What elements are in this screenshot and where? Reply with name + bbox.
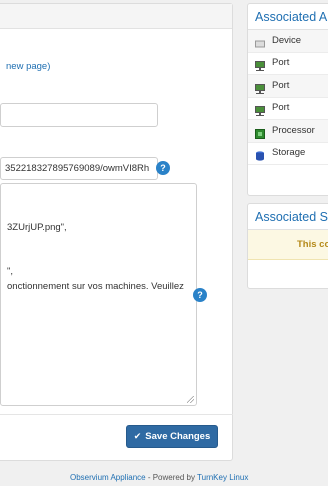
list-item-processor[interactable]: Processor: [248, 120, 328, 143]
turnkey-link[interactable]: TurnKey Linux: [197, 473, 248, 482]
item-label: Port: [272, 79, 290, 91]
textarea-line: onctionnement sur vos machines. Veuillez: [7, 281, 184, 292]
item-label: Device: [272, 34, 302, 46]
item-label: Port: [272, 57, 290, 69]
list-item-port[interactable]: Port: [248, 75, 328, 98]
url-field[interactable]: 352218327895769089/owmVI8Rh: [0, 157, 158, 180]
textarea-line: 3ZUrjUP.png",: [7, 222, 67, 233]
item-label: Storage: [272, 147, 306, 159]
panel-header: [0, 4, 232, 29]
list-item-device[interactable]: Device: [248, 30, 328, 53]
page-footer: Observium Appliance - Powered by TurnKey…: [70, 473, 248, 482]
processor-icon: [255, 126, 265, 139]
associated-systems-panel: Associated Sy This co: [247, 203, 328, 289]
footer-separator: - Powered by: [145, 473, 198, 482]
item-label: Processor: [272, 124, 315, 136]
device-icon: [255, 36, 265, 48]
help-icon[interactable]: ?: [156, 161, 170, 175]
port-icon: [255, 58, 265, 72]
list-item-storage[interactable]: Storage: [248, 143, 328, 165]
port-icon: [255, 103, 265, 117]
help-icon[interactable]: ?: [193, 288, 207, 302]
port-icon: [255, 81, 265, 94]
message-textarea[interactable]: 3ZUrjUP.png", ", onctionnement sur vos m…: [0, 183, 197, 406]
panel-title: Associated Al: [248, 4, 328, 30]
textarea-line: ",: [7, 266, 14, 277]
associated-alerts-panel: Associated Al Device Port Port Port Proc…: [247, 3, 328, 196]
panel-title: Associated Sy: [248, 204, 328, 230]
save-changes-button[interactable]: ✔ Save Changes: [126, 425, 218, 448]
notice-banner: This co: [248, 230, 328, 260]
resize-grip-icon[interactable]: [187, 396, 194, 403]
item-label: Port: [272, 102, 290, 114]
text-field[interactable]: [0, 103, 158, 127]
observium-link[interactable]: Observium Appliance: [70, 473, 146, 482]
new-page-link[interactable]: new page): [6, 61, 50, 72]
check-icon: ✔: [133, 431, 142, 441]
form-footer-divider: [0, 414, 233, 415]
storage-icon: [255, 148, 265, 161]
list-item-port[interactable]: Port: [248, 98, 328, 120]
save-changes-label: Save Changes: [145, 431, 211, 442]
list-item-port[interactable]: Port: [248, 53, 328, 75]
